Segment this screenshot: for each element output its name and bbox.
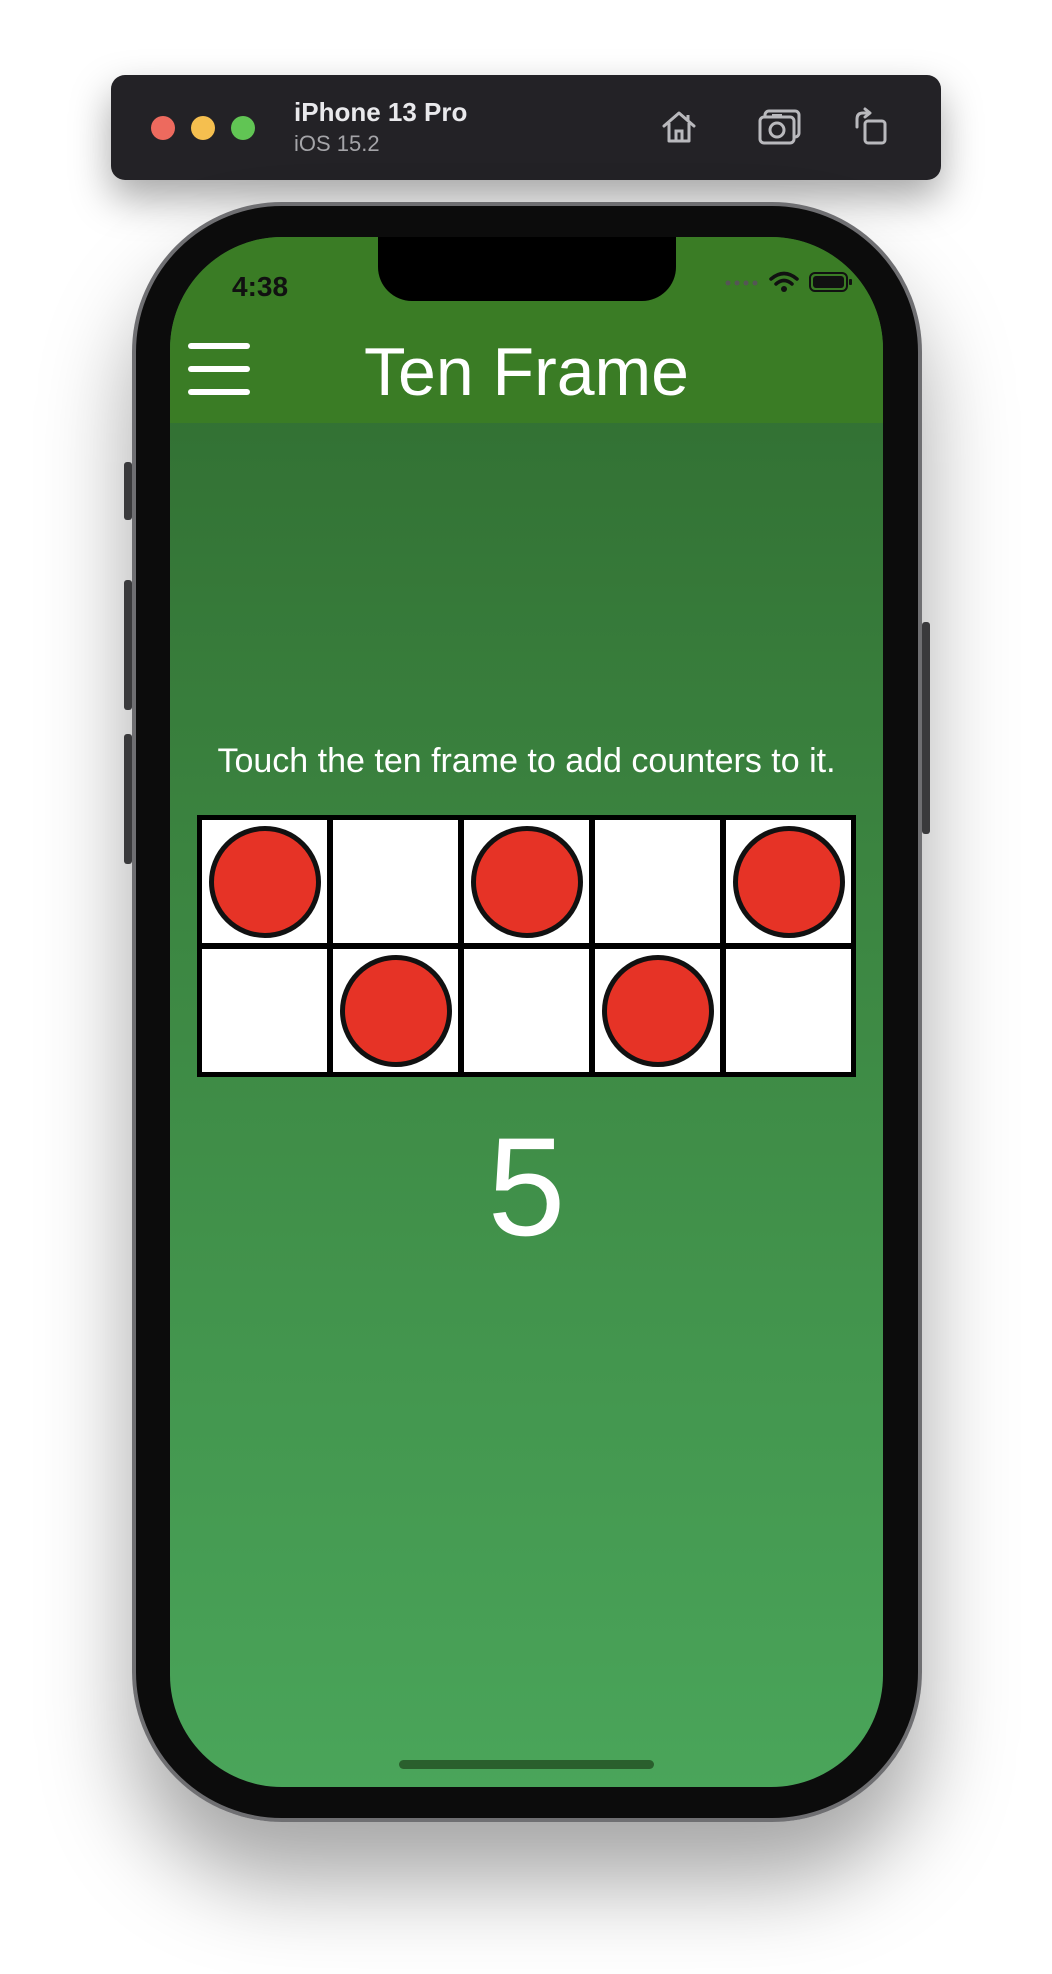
status-time: 4:38 bbox=[232, 271, 289, 302]
page-title: Ten Frame bbox=[364, 334, 689, 410]
ten-frame-cell[interactable] bbox=[595, 949, 720, 1072]
ten-frame-cell[interactable] bbox=[333, 949, 458, 1072]
ten-frame-cell[interactable] bbox=[333, 820, 458, 943]
screenshot-button[interactable] bbox=[754, 101, 806, 153]
rotate-button[interactable] bbox=[845, 101, 897, 153]
ten-frame-cell[interactable] bbox=[202, 949, 327, 1072]
home-indicator[interactable] bbox=[399, 1760, 654, 1769]
app-screen: Ten Frame 4:38 Touch the ten frame to ad… bbox=[170, 237, 883, 1787]
counter-total: 5 bbox=[487, 1108, 566, 1265]
volume-up-button bbox=[124, 580, 132, 710]
counter-icon bbox=[208, 825, 321, 938]
rotate-icon bbox=[855, 107, 887, 145]
screenshot-icon bbox=[758, 109, 801, 145]
status-icons bbox=[725, 271, 853, 293]
device-name: iPhone 13 Pro bbox=[294, 97, 468, 127]
counter-icon bbox=[339, 954, 452, 1067]
signal-icon bbox=[725, 280, 758, 286]
ten-frame-cell[interactable] bbox=[595, 820, 720, 943]
counter-icon bbox=[601, 954, 714, 1067]
ten-frame-cell[interactable] bbox=[726, 820, 851, 943]
simulator-toolbar: iPhone 13 Pro iOS 15.2 bbox=[111, 75, 941, 180]
ten-frame-cell[interactable] bbox=[464, 820, 589, 943]
counter-icon bbox=[732, 825, 845, 938]
instructions-text: Touch the ten frame to add counters to i… bbox=[217, 742, 836, 780]
camera-notch bbox=[378, 237, 676, 301]
counter-icon bbox=[470, 825, 583, 938]
home-button[interactable] bbox=[653, 101, 705, 153]
ten-frame[interactable] bbox=[197, 815, 856, 1077]
zoom-window-button[interactable] bbox=[231, 116, 255, 140]
battery-icon bbox=[809, 272, 852, 292]
ten-frame-cell[interactable] bbox=[202, 820, 327, 943]
simulator-window: iPhone 13 Pro iOS 15.2 Ten Frame 4:38 To… bbox=[0, 0, 1052, 1974]
power-button bbox=[922, 622, 930, 834]
os-version: iOS 15.2 bbox=[294, 131, 380, 156]
ten-frame-cell[interactable] bbox=[726, 949, 851, 1072]
minimize-window-button[interactable] bbox=[191, 116, 215, 140]
close-window-button[interactable] bbox=[151, 116, 175, 140]
ten-frame-cell[interactable] bbox=[464, 949, 589, 1072]
wifi-icon bbox=[769, 271, 799, 292]
home-icon bbox=[662, 111, 696, 143]
volume-down-button bbox=[124, 734, 132, 864]
mute-switch bbox=[124, 462, 132, 520]
